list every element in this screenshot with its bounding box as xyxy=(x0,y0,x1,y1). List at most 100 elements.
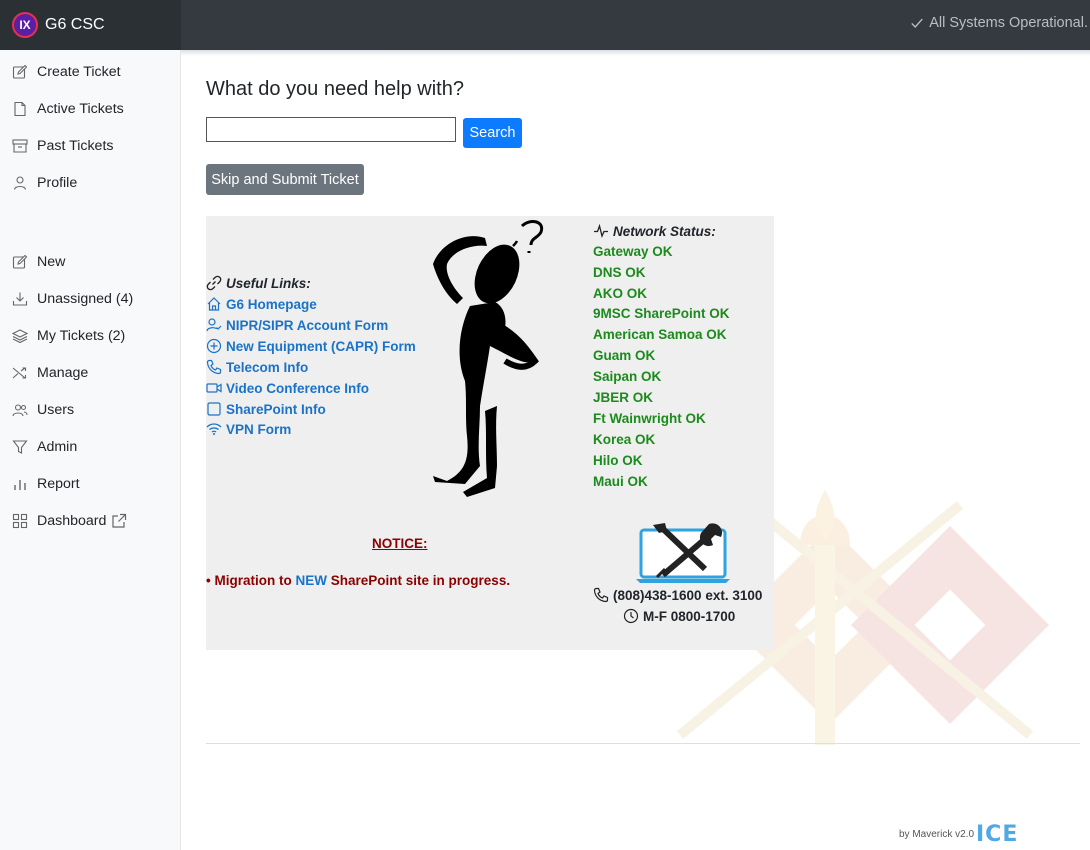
link-g6-homepage[interactable]: G6 Homepage xyxy=(206,296,317,312)
footer-divider xyxy=(206,743,1080,744)
link-sharepoint-info[interactable]: SharePoint Info xyxy=(206,401,326,417)
link-label: VPN Form xyxy=(226,421,292,437)
sidebar-item-label: Create Ticket xyxy=(37,64,121,80)
sidebar-item-label: Profile xyxy=(37,175,78,191)
network-status-item: AKO OK xyxy=(593,286,647,301)
clock-icon xyxy=(623,608,639,624)
phone-icon xyxy=(206,359,222,375)
sidebar-item-my-tickets[interactable]: My Tickets (2) xyxy=(12,325,125,347)
contact-hours: M-F 0800-1700 xyxy=(623,608,735,624)
app-logo: IX xyxy=(12,12,38,38)
link-video-conference-info[interactable]: Video Conference Info xyxy=(206,380,369,396)
file-icon xyxy=(12,101,28,117)
sidebar-item-label: Admin xyxy=(37,439,78,455)
help-question-title: What do you need help with? xyxy=(206,78,464,100)
notice-highlight: NEW xyxy=(295,573,328,588)
network-status-title-text: Network Status: xyxy=(613,223,716,239)
sidebar-item-users[interactable]: Users xyxy=(12,399,74,421)
notice-suffix: SharePoint site in progress. xyxy=(330,573,511,588)
sidebar-item-admin[interactable]: Admin xyxy=(12,436,77,458)
notice-prefix: Migration to xyxy=(214,573,292,588)
link-icon xyxy=(206,275,222,291)
laptop-tools-icon xyxy=(636,523,730,583)
sidebar-item-label: Manage xyxy=(37,365,89,381)
shuffle-icon xyxy=(12,365,28,381)
person-icon xyxy=(12,175,28,191)
camera-video-icon xyxy=(206,383,222,393)
network-status-item: Korea OK xyxy=(593,432,656,447)
link-label: G6 Homepage xyxy=(226,296,317,312)
sidebar-item-label: Past Tickets xyxy=(37,138,114,154)
sidebar-item-label: Report xyxy=(37,476,80,492)
sidebar-item-manage[interactable]: Manage xyxy=(12,362,88,384)
network-status-item: Guam OK xyxy=(593,348,656,363)
wifi-icon xyxy=(206,423,222,435)
sidebar-item-dashboard[interactable]: Dashboard xyxy=(12,510,127,532)
sidebar-item-label: My Tickets (2) xyxy=(37,328,126,344)
brand[interactable]: IX G6 CSC xyxy=(0,0,181,50)
sidebar-item-unassigned[interactable]: Unassigned (4) xyxy=(12,288,133,310)
link-nipr-sipr-account-form[interactable]: NIPR/SIPR Account Form xyxy=(206,317,388,333)
link-label: Telecom Info xyxy=(226,359,309,375)
layers-icon xyxy=(12,328,28,344)
link-label: NIPR/SIPR Account Form xyxy=(226,317,389,333)
confused-figure-illustration xyxy=(433,219,544,497)
app-title: G6 CSC xyxy=(45,16,105,33)
network-status-item: JBER OK xyxy=(593,390,654,405)
network-status-item: Saipan OK xyxy=(593,369,662,384)
pencil-square-icon xyxy=(12,254,28,270)
network-status-title: Network Status: xyxy=(593,223,716,239)
sidebar-item-label: New xyxy=(37,254,66,270)
contact-hours-text: M-F 0800-1700 xyxy=(643,608,736,624)
people-icon xyxy=(12,402,28,418)
sidebar-item-label: Users xyxy=(37,402,75,418)
bar-chart-icon xyxy=(12,476,28,492)
sidebar-item-label: Active Tickets xyxy=(37,101,124,117)
network-status-item: DNS OK xyxy=(593,265,646,280)
activity-icon xyxy=(594,223,608,238)
download-icon xyxy=(12,291,28,307)
external-link-icon xyxy=(111,513,127,529)
sidebar-item-create-ticket[interactable]: Create Ticket xyxy=(12,61,121,83)
link-label: SharePoint Info xyxy=(226,401,326,417)
link-telecom-info[interactable]: Telecom Info xyxy=(206,359,308,375)
sidebar-item-report[interactable]: Report xyxy=(12,473,80,495)
notice-bullet: • xyxy=(206,573,211,588)
system-status-text: All Systems Operational. xyxy=(929,15,1088,31)
ice-logo: ICE xyxy=(976,822,1019,847)
network-status-item: American Samoa OK xyxy=(593,327,727,342)
house-icon xyxy=(207,297,221,311)
plus-circle-icon xyxy=(206,338,222,354)
network-status-item: 9MSC SharePoint OK xyxy=(593,306,730,321)
pencil-square-icon xyxy=(12,64,28,80)
network-status-item: Hilo OK xyxy=(593,453,643,468)
useful-links-title: Useful Links: xyxy=(206,275,311,291)
sidebar-item-label: Unassigned (4) xyxy=(37,291,134,307)
check-icon xyxy=(911,18,924,28)
search-input[interactable] xyxy=(206,117,456,142)
funnel-icon xyxy=(12,439,28,455)
sidebar-item-new[interactable]: New xyxy=(12,251,65,273)
contact-phone-text: (808)438-1600 ext. 3100 xyxy=(613,587,763,603)
link-vpn-form[interactable]: VPN Form xyxy=(206,421,291,437)
skip-and-submit-button[interactable]: Skip and Submit Ticket xyxy=(206,164,364,195)
network-status-item: Gateway OK xyxy=(593,244,673,259)
footer-credit: by Maverick v2.0 xyxy=(899,829,975,840)
sidebar-item-active-tickets[interactable]: Active Tickets xyxy=(12,98,124,120)
grid-icon xyxy=(12,513,28,529)
notice-title: NOTICE: xyxy=(372,536,428,551)
link-label: Video Conference Info xyxy=(226,380,370,396)
sidebar-item-past-tickets[interactable]: Past Tickets xyxy=(12,135,113,157)
useful-links-title-text: Useful Links: xyxy=(226,275,311,291)
sidebar-item-label: Dashboard xyxy=(37,513,107,529)
sidebar-item-profile[interactable]: Profile xyxy=(12,172,77,194)
search-button[interactable]: Search xyxy=(463,118,522,148)
system-status: All Systems Operational. xyxy=(910,15,1088,31)
network-status-item: Ft Wainwright OK xyxy=(593,411,706,426)
person-check-icon xyxy=(206,318,222,332)
link-new-equipment-form[interactable]: New Equipment (CAPR) Form xyxy=(206,338,416,354)
contact-phone: (808)438-1600 ext. 3100 xyxy=(593,587,762,603)
phone-icon xyxy=(593,587,609,603)
archive-icon xyxy=(12,138,28,154)
top-navbar: IX G6 CSC All Systems Operational. xyxy=(0,0,1090,50)
